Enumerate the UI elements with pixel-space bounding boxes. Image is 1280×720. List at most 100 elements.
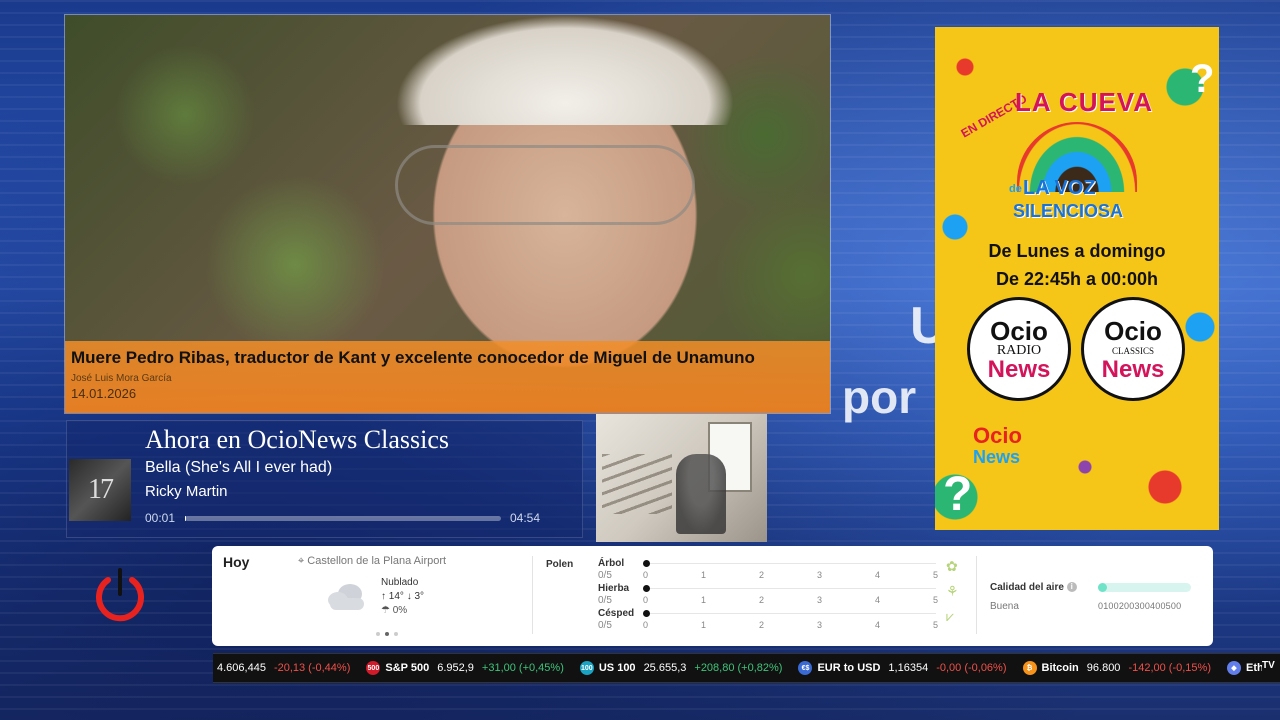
promo-schedule-hours: De 22:45h a 00:00h <box>995 269 1159 289</box>
ticker-value: 6.952,9 <box>437 662 474 674</box>
ticker-change: +31,00 (+0,45%) <box>481 662 564 674</box>
pollen-level-marker <box>643 585 650 592</box>
ticker-item[interactable]: 100 US 100 25.655,3 +208,80 (+0,82%) <box>579 661 783 675</box>
weather-day: Hoy <box>223 554 250 570</box>
background-text: por <box>842 371 917 423</box>
pollen-track <box>646 613 936 614</box>
tradingview-logo[interactable]: TV <box>1262 660 1278 674</box>
ticker-item[interactable]: 4.606,445 -20,13 (-0,44%) <box>217 662 350 674</box>
ticker-name: S&P 500 <box>385 662 430 674</box>
pollen-score: 0/5 <box>598 595 612 606</box>
weather-widget: Hoy ⌖ Castellon de la Plana Airport Nubl… <box>212 546 1213 646</box>
weather-rain: ☂ 0% <box>381 605 408 616</box>
air-quality-label: Calidad del aire i <box>990 582 1077 593</box>
promo-poster[interactable]: ? ? EN DIRECTO LA CUEVA de LA VOZ SILENC… <box>935 27 1219 530</box>
now-playing-panel: Ahora en OcioNews Classics 17 Bella (She… <box>66 420 583 538</box>
news-card[interactable]: Muere Pedro Ribas, traductor de Kant y e… <box>64 14 831 414</box>
pollen-tick: 3 <box>817 570 823 580</box>
weather-high: ↑ 14° <box>381 591 404 602</box>
pollen-row: Hierba 0/5 0 1 2 3 4 5 ⚘ <box>598 583 959 607</box>
progress-fill <box>185 516 186 521</box>
weather-location: ⌖ Castellon de la Plana Airport <box>298 555 446 568</box>
logo-bottom: News <box>987 356 1051 383</box>
pollen-level-marker <box>643 560 650 567</box>
pollen-tick: 1 <box>701 570 707 580</box>
song-artist: Ricky Martin <box>145 483 228 500</box>
news-date: 14.01.2026 <box>71 386 137 401</box>
webcam-stairs <box>602 454 672 514</box>
pollen-row: Césped 0/5 0 1 2 3 4 5 ⩗ <box>598 608 958 632</box>
pollen-tick: 2 <box>759 620 765 630</box>
cloud-icon <box>328 584 364 610</box>
carousel-dot[interactable] <box>385 632 389 636</box>
song-title: Bella (She's All I ever had) <box>145 459 333 476</box>
ticker-symbol-icon: ₿ <box>1022 661 1037 675</box>
info-icon[interactable]: i <box>1066 582 1077 593</box>
tree-icon: ✿ <box>946 558 958 574</box>
news-caption: Muere Pedro Ribas, traductor de Kant y e… <box>65 341 830 413</box>
pollen-name: Hierba <box>598 583 630 594</box>
weather-temps: ↑ 14° ↓ 3° <box>381 591 424 602</box>
total-time: 04:54 <box>510 511 541 525</box>
pollen-tick: 3 <box>817 620 823 630</box>
pollen-tick: 5 <box>933 620 939 630</box>
logo-bottom: News <box>1101 356 1165 383</box>
ocio-radio-logo: Ocio RADIO News <box>967 297 1071 401</box>
logo-top: Ocio <box>990 316 1048 346</box>
news-author: José Luis Mora García <box>71 373 172 384</box>
market-ticker: 4.606,445 -20,13 (-0,44%) 500 S&P 500 6.952,… <box>213 653 1280 683</box>
divider <box>532 556 533 634</box>
news-photo-glasses <box>395 145 695 225</box>
pollen-track <box>646 563 936 564</box>
ticker-value: 4.606,445 <box>217 662 266 674</box>
logo-top: Ocio <box>1104 316 1162 346</box>
pollen-tick: 2 <box>759 570 765 580</box>
pollen-tick: 5 <box>933 570 939 580</box>
pollen-tick: 4 <box>875 595 881 605</box>
carousel-dot[interactable] <box>376 632 380 636</box>
carousel-dot[interactable] <box>394 632 398 636</box>
pollen-tick: 5 <box>933 595 939 605</box>
news-headline[interactable]: Muere Pedro Ribas, traductor de Kant y e… <box>71 347 824 369</box>
ticker-item[interactable]: ₿ Bitcoin 96.800 -142,00 (-0,15%) <box>1022 661 1211 675</box>
pollen-name: Árbol <box>598 558 625 569</box>
webcam-feed <box>596 414 767 542</box>
ticker-item[interactable]: €$ EUR to USD 1,16354 -0,00 (-0,06%) <box>798 661 1007 675</box>
power-icon[interactable] <box>94 566 146 622</box>
album-cover-text: 17 <box>88 474 114 505</box>
ocio-classics-logo: Ocio CLASSICS News <box>1081 297 1185 401</box>
pollen-tick: 4 <box>875 620 881 630</box>
pollen-tick: 2 <box>759 595 765 605</box>
ticker-change: +208,80 (+0,82%) <box>694 662 783 674</box>
ocio-news-logo: Ocio News <box>973 423 1022 468</box>
carousel-dots[interactable] <box>376 632 398 636</box>
ticker-value: 1,16354 <box>888 662 929 674</box>
pollen-track <box>646 588 936 589</box>
pollen-tick: 0 <box>643 595 649 605</box>
webcam-person <box>676 454 726 534</box>
weather-low: ↓ 3° <box>406 591 425 602</box>
grass-icon: ⚘ <box>946 583 959 599</box>
ticker-value: 96.800 <box>1086 662 1121 674</box>
album-cover: 17 <box>69 459 131 521</box>
ticker-change: -20,13 (-0,44%) <box>273 662 351 674</box>
lawn-icon: ⩗ <box>946 608 954 624</box>
current-time: 00:01 <box>145 511 176 525</box>
progress-bar[interactable] <box>185 516 501 521</box>
ticker-change: -142,00 (-0,15%) <box>1128 662 1211 674</box>
pollen-tick: 4 <box>875 570 881 580</box>
pollen-row: Árbol 0/5 0 1 2 3 4 5 ✿ <box>598 558 958 582</box>
pollen-tick: 1 <box>701 620 707 630</box>
promo-title: LA CUEVA <box>1015 87 1153 117</box>
pollen-tick: 3 <box>817 595 823 605</box>
pollen-tick: 0 <box>643 570 649 580</box>
pollen-name: Césped <box>598 608 635 619</box>
pollen-score: 0/5 <box>598 570 612 581</box>
ticker-name: Bitcoin <box>1041 662 1079 674</box>
now-playing-heading: Ahora en OcioNews Classics <box>145 425 449 454</box>
divider <box>976 556 977 634</box>
ticker-item[interactable]: 500 S&P 500 6.952,9 +31,00 (+0,45%) <box>366 661 564 675</box>
question-icon: ? <box>943 468 973 521</box>
pollen-score: 0/5 <box>598 620 612 631</box>
promo-subtitle: LA VOZ <box>1023 177 1096 199</box>
